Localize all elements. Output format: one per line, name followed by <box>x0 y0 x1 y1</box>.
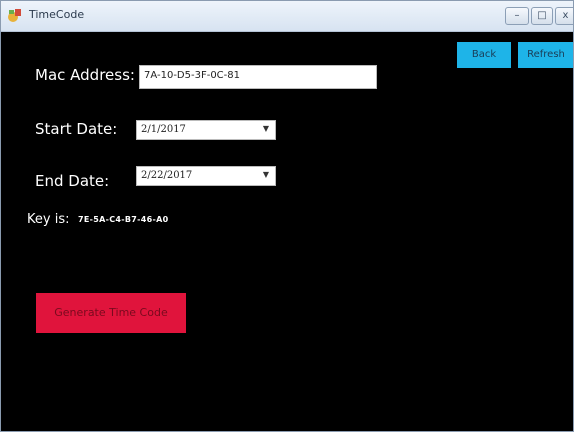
main-panel: Back Refresh Mac Address: 7A-10-D5-3F-0C… <box>2 32 573 431</box>
back-button[interactable]: Back <box>457 42 511 68</box>
chevron-down-icon: ▼ <box>262 124 269 133</box>
end-date-value: 2/22/2017 <box>141 170 193 181</box>
minimize-icon: – <box>514 10 520 21</box>
window-title: TimeCode <box>29 8 85 21</box>
start-date-value: 2/1/2017 <box>141 124 186 135</box>
maximize-icon: □ <box>537 10 547 21</box>
maximize-button[interactable]: □ <box>531 7 553 25</box>
end-date-picker[interactable]: 2/22/2017 ▼ <box>136 166 276 186</box>
minimize-button[interactable]: – <box>505 7 529 25</box>
app-icon <box>8 9 21 22</box>
end-date-label: End Date: <box>35 172 110 190</box>
close-icon: x <box>562 10 569 21</box>
app-window: TimeCode – □ x Back Refresh Mac Address:… <box>0 0 574 432</box>
mac-address-input[interactable]: 7A-10-D5-3F-0C-81 <box>139 65 377 89</box>
generate-time-code-button[interactable]: Generate Time Code <box>36 293 186 333</box>
start-date-picker[interactable]: 2/1/2017 ▼ <box>136 120 276 140</box>
close-button[interactable]: x <box>555 7 573 25</box>
refresh-button[interactable]: Refresh <box>518 42 573 68</box>
mac-address-label: Mac Address: <box>35 66 135 84</box>
chevron-down-icon: ▼ <box>262 170 269 179</box>
start-date-label: Start Date: <box>35 120 118 138</box>
key-value: 7E-5A-C4-B7-46-A0 <box>78 215 169 224</box>
title-bar: TimeCode – □ x <box>1 1 573 32</box>
key-label: Key is: <box>27 212 70 227</box>
